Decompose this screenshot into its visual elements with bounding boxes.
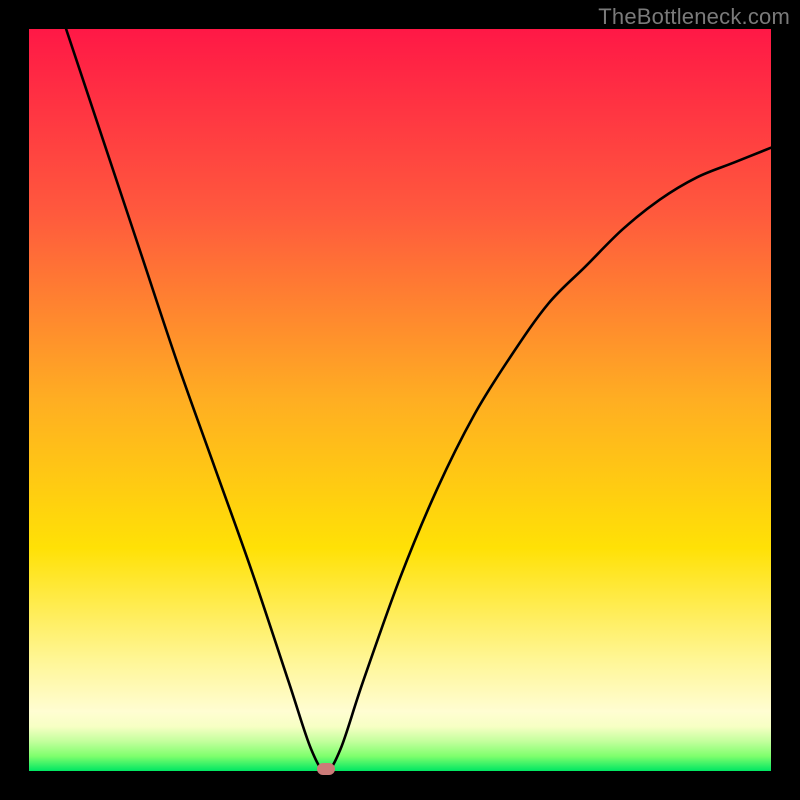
optimum-marker xyxy=(317,763,335,775)
watermark-text: TheBottleneck.com xyxy=(598,4,790,30)
chart-frame: TheBottleneck.com xyxy=(0,0,800,800)
bottleneck-curve xyxy=(29,29,771,771)
plot-area xyxy=(29,29,771,771)
